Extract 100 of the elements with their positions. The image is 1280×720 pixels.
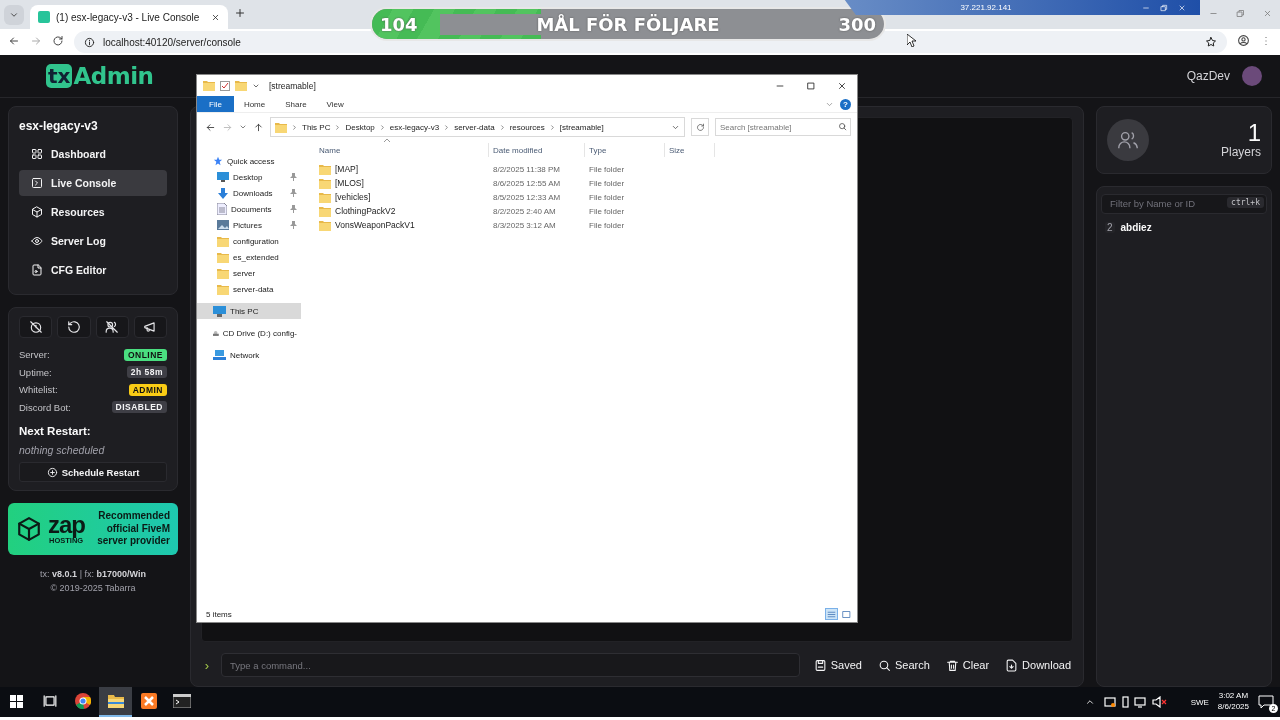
taskbar-app[interactable] <box>99 687 132 717</box>
caret-icon <box>239 123 247 131</box>
nav-item[interactable]: This PC <box>197 303 301 319</box>
back-button[interactable] <box>205 121 216 133</box>
recent-locations-button[interactable] <box>239 123 247 131</box>
ribbon-tab[interactable]: Share <box>275 96 317 112</box>
sidebar-item[interactable]: CFG Editor <box>19 257 167 283</box>
folder-icon <box>203 80 215 91</box>
type-cell-text: File folder <box>589 178 626 188</box>
next-restart-title: Next Restart: <box>19 425 92 437</box>
status-badge: ONLINE <box>123 348 167 361</box>
details-view-button[interactable] <box>825 608 838 620</box>
sidebar-item[interactable]: Live Console <box>19 170 167 196</box>
restart-button[interactable] <box>57 316 91 338</box>
console-action-button[interactable]: Search <box>875 658 932 672</box>
sidebar-item[interactable]: Resources <box>19 199 167 225</box>
window-title: [streamable] <box>269 80 316 91</box>
file-name[interactable]: [vehicles] <box>319 191 493 203</box>
file-name[interactable]: [MAP] <box>319 163 493 175</box>
file-name[interactable]: [MLOS] <box>319 177 493 189</box>
address-bar[interactable]: This PC Desktop esx-legacy-v3 server-data resources [streamable] <box>270 117 685 137</box>
nav-item[interactable]: CD Drive (D:) config- <box>197 325 301 341</box>
chevron-right-icon <box>548 123 556 131</box>
nav-item[interactable]: Documents <box>197 201 301 217</box>
sidebar-item[interactable]: Dashboard <box>19 141 167 167</box>
avatar[interactable] <box>1242 66 1262 86</box>
date-cell-text: 8/3/2025 3:12 AM <box>493 220 557 230</box>
nav-item[interactable]: Pictures <box>197 217 301 233</box>
restore-icon <box>1236 9 1245 18</box>
megaphone-icon <box>143 320 158 334</box>
cube-icon <box>31 206 43 218</box>
list-icon <box>827 609 836 619</box>
plus-icon <box>234 7 247 19</box>
column-header[interactable]: Size <box>665 143 715 157</box>
up-arrow-icon <box>253 121 264 133</box>
sidebar-item[interactable]: Server Log <box>19 228 167 254</box>
kick-all-button[interactable] <box>95 316 129 338</box>
chevron-right-icon <box>443 123 451 131</box>
column-header[interactable]: Type <box>585 143 665 157</box>
nav-item[interactable]: Quick access <box>197 153 301 169</box>
chevron-right-icon <box>291 123 298 131</box>
up-button[interactable] <box>253 121 264 133</box>
chevron-right-icon <box>378 123 386 131</box>
next-restart-value: nothing scheduled <box>19 444 106 456</box>
column-header[interactable]: Name <box>315 143 489 157</box>
file-icon <box>31 264 43 276</box>
nav-item[interactable]: configuration <box>197 233 301 249</box>
nav-item[interactable]: Downloads <box>197 185 301 201</box>
console-action-button[interactable]: Clear <box>943 658 992 672</box>
back-icon <box>8 35 20 47</box>
schedule-restart-button[interactable]: Schedule Restart <box>19 462 167 482</box>
clock[interactable]: 3:02 AM 8/6/2025 <box>1217 691 1249 713</box>
stop-button[interactable] <box>19 316 53 338</box>
chevron-right-icon <box>498 123 506 131</box>
terminal-icon <box>31 177 43 189</box>
language-indicator[interactable]: SWE <box>1190 697 1209 707</box>
status-badge: DISABLED <box>111 401 167 414</box>
browser-tab[interactable]: (1) esx-legacy-v3 - Live Console <box>30 5 229 29</box>
caret-icon <box>9 10 19 20</box>
status-label: Server: <box>19 349 50 361</box>
nav-item[interactable]: server <box>197 265 301 281</box>
search-field[interactable]: Search [streamable] <box>715 118 851 136</box>
folder-icon <box>235 80 247 91</box>
ribbon-tab[interactable]: View <box>316 96 354 112</box>
logo[interactable]: txAdmin <box>46 63 154 89</box>
announce-button[interactable] <box>133 316 167 338</box>
date-cell-text: 8/2/2025 11:38 PM <box>493 164 561 174</box>
status-badge: ADMIN <box>128 383 167 396</box>
refresh-button[interactable] <box>691 118 709 136</box>
console-action-button[interactable]: Download <box>1003 658 1073 672</box>
computer-icon <box>213 305 226 317</box>
folder-icon <box>217 267 229 279</box>
version-info: tx: v8.0.1 | fx: b17000/Win <box>39 568 147 581</box>
folder-icon <box>319 163 331 175</box>
tiles-view-button[interactable] <box>840 608 853 620</box>
command-input[interactable]: Type a command... <box>221 653 800 677</box>
nav-item[interactable]: server-data <box>197 281 301 297</box>
ribbon-tab[interactable]: Home <box>233 96 276 112</box>
help-button[interactable]: ? <box>840 98 851 110</box>
timer-off-icon <box>28 320 43 334</box>
terminal-icon <box>172 694 191 708</box>
console-action-button[interactable]: Saved <box>811 658 864 672</box>
nav-item[interactable]: Network <box>197 347 301 363</box>
nav-item[interactable]: es_extended <box>197 249 301 265</box>
folder-icon <box>319 205 331 217</box>
username[interactable]: QazDev <box>1186 69 1230 83</box>
file-name[interactable]: VonsWeaponPackV1 <box>319 219 493 231</box>
ribbon-tab[interactable]: File <box>197 96 234 112</box>
status-label: Discord Bot: <box>19 401 71 413</box>
desktop-icon <box>217 172 229 182</box>
restart-icon <box>66 320 81 334</box>
column-header[interactable]: Date modified <box>489 143 585 157</box>
player-name[interactable]: abdiez <box>1120 222 1152 233</box>
nav-item[interactable]: Desktop <box>197 169 301 185</box>
prompt-symbol: › <box>203 657 211 673</box>
close-icon <box>211 12 221 22</box>
file-name[interactable]: ClothingPackV2 <box>319 205 493 217</box>
type-cell-text: File folder <box>589 206 626 216</box>
type-cell-text: File folder <box>589 164 626 174</box>
favicon-icon <box>38 11 50 23</box>
